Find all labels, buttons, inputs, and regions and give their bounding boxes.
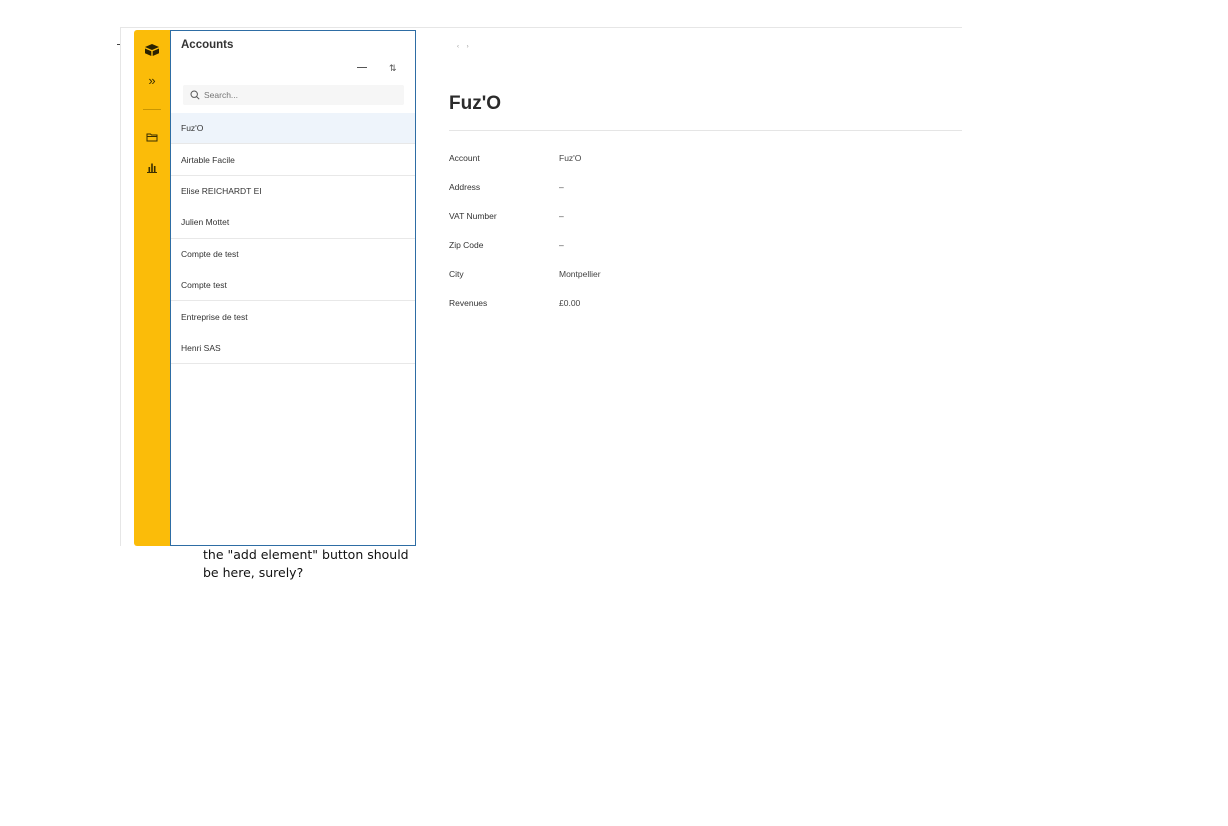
list-item[interactable]: Henri SAS [171,333,415,365]
list-item[interactable]: Compte test [171,270,415,302]
page-title: Fuz'O [449,93,502,114]
field-address: Address – [449,182,564,192]
field-zip-code: Zip Code – [449,240,564,250]
field-value[interactable]: £0.00 [559,298,580,308]
nav-rail: » [134,30,170,546]
folder-icon[interactable] [134,130,170,144]
list-item[interactable]: Elise REICHARDT EI [171,176,415,207]
list-item[interactable]: Julien Mottet [171,207,415,239]
search-box[interactable] [183,85,404,105]
field-city: City Montpellier [449,269,601,279]
collapse-icon[interactable] [357,67,367,68]
logo-icon[interactable] [134,42,170,58]
annotation-line: be here, surely? [203,565,304,580]
field-value[interactable]: – [559,182,564,192]
expand-glyph: » [148,72,156,88]
rail-divider [143,109,161,110]
field-account: Account Fuz'O [449,153,581,163]
field-value[interactable]: Montpellier [559,269,601,279]
search-icon [190,90,200,100]
accounts-list-panel: Accounts ⇅ Fuz'O Airtable Facile Elise R… [170,30,416,546]
detail-panel: ‹ › Fuz'O Account Fuz'O Address – VAT Nu… [417,30,962,546]
list-item[interactable]: Fuz'O [171,113,415,145]
field-label: City [449,269,464,279]
list-title: Accounts [181,39,234,51]
sort-icon[interactable]: ⇅ [389,63,396,74]
list-item[interactable]: Airtable Facile [171,144,415,176]
field-label: VAT Number [449,211,497,221]
chart-icon[interactable] [134,160,170,174]
field-label: Zip Code [449,240,484,250]
field-label: Address [449,182,481,192]
list-item[interactable]: Compte de test [171,239,415,270]
title-divider [449,130,962,131]
field-vat-number: VAT Number – [449,211,564,221]
field-label: Revenues [449,298,488,308]
field-value[interactable]: – [559,240,564,250]
annotation-line: the "add element" button should [203,547,409,562]
breadcrumb[interactable]: ‹ › [457,44,472,50]
expand-icon[interactable]: » [134,72,170,88]
field-revenues: Revenues £0.00 [449,298,580,308]
field-value[interactable]: – [559,211,564,221]
screenshot-canvas: » Accounts ⇅ Search... Fuz'O Airtable Fa… [0,0,1228,826]
field-value[interactable]: Fuz'O [559,153,581,163]
search-input[interactable] [204,90,394,100]
annotation-note: the "add element" button should be here,… [203,546,418,582]
field-label: Account [449,153,480,163]
list-item[interactable]: Entreprise de test [171,301,415,332]
account-list: Fuz'O Airtable Facile Elise REICHARDT EI… [171,113,415,365]
